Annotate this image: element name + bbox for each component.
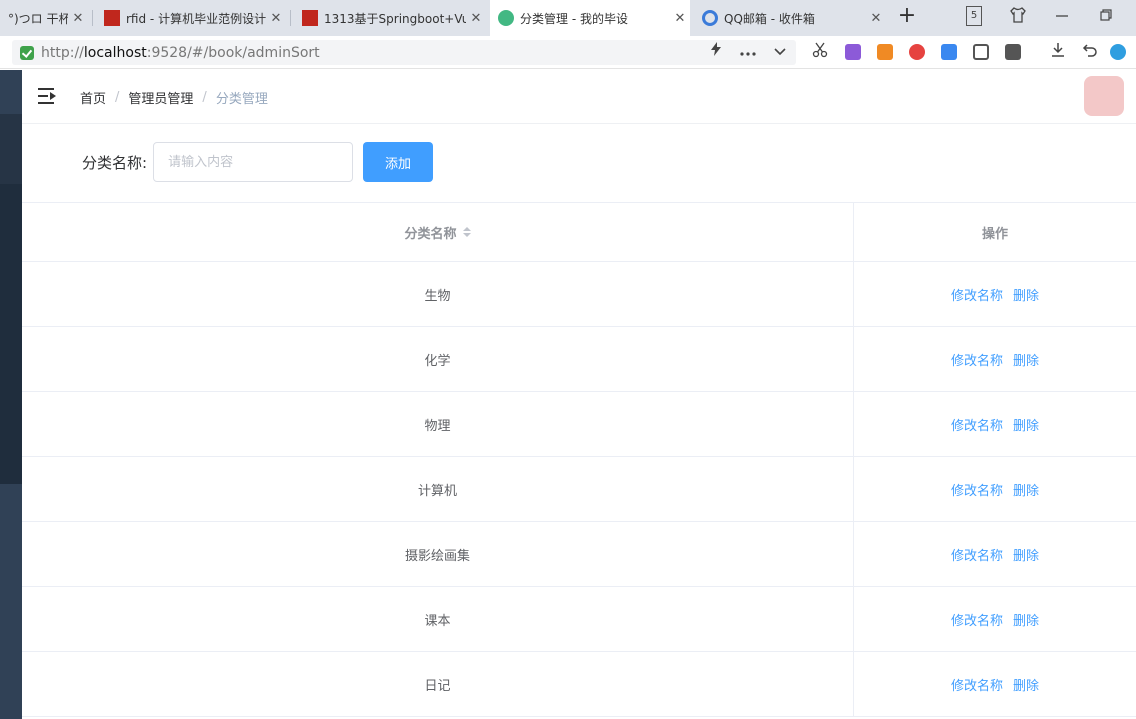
- edit-name-button[interactable]: 修改名称: [951, 610, 1003, 629]
- table-row: 物理 修改名称 删除: [22, 392, 1136, 457]
- browser-tab-title: 1313基于Springboot+Vue: [324, 11, 466, 26]
- category-table: 分类名称 操作 生物 修改名称 删除 化学 修改名称 删除 物理 修改名称 删除…: [22, 202, 1136, 717]
- column-header-actions: 操作: [981, 226, 1008, 242]
- delete-button[interactable]: 删除: [1013, 285, 1039, 304]
- reader-icon[interactable]: [973, 44, 989, 60]
- minimize-icon[interactable]: [1052, 6, 1072, 26]
- favicon-icon: [302, 10, 318, 26]
- chevron-down-icon[interactable]: [770, 42, 790, 62]
- browser-tab-title: °)つロ 干杯: [8, 11, 68, 26]
- breadcrumb-item-home[interactable]: 首页: [80, 88, 106, 107]
- weibo-icon[interactable]: [909, 44, 925, 60]
- lightning-icon[interactable]: [706, 42, 726, 62]
- delete-button[interactable]: 删除: [1013, 480, 1039, 499]
- add-category-form: 分类名称: 添加: [82, 142, 434, 182]
- breadcrumb: 首页 / 管理员管理 / 分类管理: [80, 88, 268, 107]
- browser-tab-title: 分类管理 - 我的毕设: [520, 11, 628, 26]
- browser-tab-title: rfid - 计算机毕业范例设计: [126, 11, 266, 26]
- game-icon[interactable]: [877, 44, 893, 60]
- browser-logo-icon[interactable]: [1110, 44, 1126, 60]
- edit-name-button[interactable]: 修改名称: [951, 480, 1003, 499]
- table-row: 生物 修改名称 删除: [22, 262, 1136, 327]
- close-icon[interactable]: ✕: [866, 11, 886, 26]
- delete-button[interactable]: 删除: [1013, 545, 1039, 564]
- category-name-cell: 物理: [22, 392, 854, 456]
- more-icon[interactable]: [738, 42, 758, 62]
- hamburger-icon[interactable]: [38, 88, 56, 104]
- vue-favicon-icon: [498, 10, 514, 26]
- browser-tab[interactable]: 1313基于Springboot+Vue ✕: [294, 0, 486, 36]
- delete-button[interactable]: 删除: [1013, 415, 1039, 434]
- actions-cell: 修改名称 删除: [854, 652, 1136, 716]
- actions-cell: 修改名称 删除: [854, 522, 1136, 586]
- sort-icon[interactable]: [462, 227, 471, 237]
- close-icon[interactable]: ✕: [68, 11, 88, 26]
- category-name-cell: 生物: [22, 262, 854, 326]
- table-row: 课本 修改名称 删除: [22, 587, 1136, 652]
- url-scheme: http://: [41, 44, 84, 61]
- edit-name-button[interactable]: 修改名称: [951, 415, 1003, 434]
- delete-button[interactable]: 删除: [1013, 675, 1039, 694]
- add-button[interactable]: 添加: [363, 142, 434, 182]
- close-icon[interactable]: ✕: [466, 11, 486, 26]
- category-name-label: 分类名称:: [82, 153, 148, 172]
- category-name-cell: 日记: [22, 652, 854, 716]
- table-row: 日记 修改名称 删除: [22, 652, 1136, 717]
- delete-button[interactable]: 删除: [1013, 610, 1039, 629]
- category-name-cell: 化学: [22, 327, 854, 391]
- mail-icon[interactable]: [941, 44, 957, 60]
- browser-tab[interactable]: QQ邮箱 - 收件箱 ✕: [694, 0, 886, 36]
- secure-shield-icon: [20, 45, 34, 60]
- category-name-cell: 摄影绘画集: [22, 522, 854, 586]
- skin-icon[interactable]: [1008, 6, 1028, 26]
- actions-cell: 修改名称 删除: [854, 457, 1136, 521]
- table-header: 分类名称 操作: [22, 203, 1136, 262]
- url-host: localhost: [83, 44, 147, 61]
- category-name-input[interactable]: [153, 142, 354, 182]
- browser-tab-active[interactable]: 分类管理 - 我的毕设 ✕: [490, 0, 690, 36]
- edit-name-button[interactable]: 修改名称: [951, 285, 1003, 304]
- app-sidebar: [0, 70, 22, 719]
- undo-icon[interactable]: [1080, 42, 1100, 62]
- column-header-name[interactable]: 分类名称: [22, 203, 854, 261]
- url-path: :9528/#/book/adminSort: [146, 44, 320, 61]
- browser-tab[interactable]: °)つロ 干杯 ✕: [0, 0, 88, 36]
- address-bar: http://localhost:9528/#/book/adminSort: [0, 36, 1136, 69]
- translate-icon[interactable]: [845, 44, 861, 60]
- close-icon[interactable]: ✕: [266, 11, 286, 26]
- browser-tab-strip: °)つロ 干杯 ✕ rfid - 计算机毕业范例设计 ✕ 1313基于Sprin…: [0, 0, 1136, 36]
- browser-tab[interactable]: rfid - 计算机毕业范例设计 ✕: [96, 0, 286, 36]
- actions-cell: 修改名称 删除: [854, 587, 1136, 651]
- actions-cell: 修改名称 删除: [854, 327, 1136, 391]
- download-icon[interactable]: [1048, 42, 1068, 62]
- category-name-cell: 计算机: [22, 457, 854, 521]
- url-field[interactable]: http://localhost:9528/#/book/adminSort: [12, 40, 796, 65]
- avatar[interactable]: [1084, 76, 1124, 116]
- extensions-icon[interactable]: [1005, 44, 1021, 60]
- edit-name-button[interactable]: 修改名称: [951, 675, 1003, 694]
- qq-favicon-icon: [702, 10, 718, 26]
- close-icon[interactable]: ✕: [670, 11, 690, 26]
- scissors-icon[interactable]: [810, 42, 830, 62]
- category-name-cell: 课本: [22, 587, 854, 651]
- browser-tab-title: QQ邮箱 - 收件箱: [724, 11, 815, 26]
- new-tab-icon[interactable]: +: [896, 4, 918, 30]
- edit-name-button[interactable]: 修改名称: [951, 350, 1003, 369]
- table-row: 化学 修改名称 删除: [22, 327, 1136, 392]
- breadcrumb-item-current: 分类管理: [215, 92, 268, 107]
- app-navbar: 首页 / 管理员管理 / 分类管理: [22, 70, 1136, 124]
- actions-cell: 修改名称 删除: [854, 392, 1136, 456]
- favicon-icon: [104, 10, 120, 26]
- restore-icon[interactable]: [1096, 6, 1116, 26]
- table-row: 摄影绘画集 修改名称 删除: [22, 522, 1136, 587]
- actions-cell: 修改名称 删除: [854, 262, 1136, 326]
- edit-name-button[interactable]: 修改名称: [951, 545, 1003, 564]
- breadcrumb-item-admin[interactable]: 管理员管理: [128, 88, 193, 107]
- tab-count-badge[interactable]: 5: [966, 6, 982, 26]
- delete-button[interactable]: 删除: [1013, 350, 1039, 369]
- table-row: 计算机 修改名称 删除: [22, 457, 1136, 522]
